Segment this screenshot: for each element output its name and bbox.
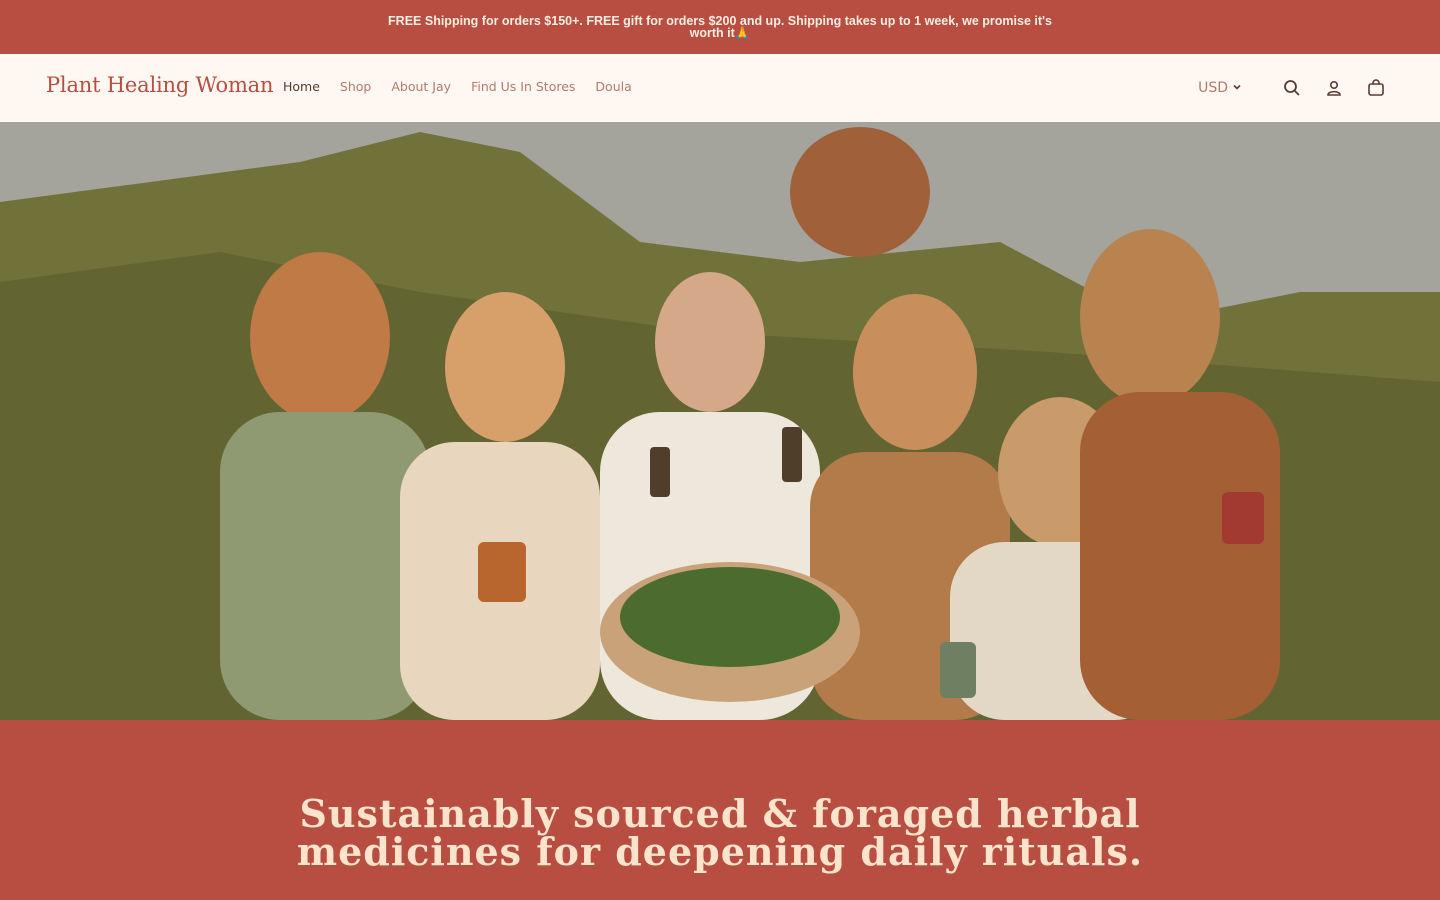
nav-home[interactable]: Home: [283, 79, 320, 94]
nav-find-us-in-stores[interactable]: Find Us In Stores: [471, 79, 575, 94]
main-nav: Home Shop About Jay Find Us In Stores Do…: [283, 79, 632, 94]
nav-shop[interactable]: Shop: [340, 79, 371, 94]
hero-tagline: Sustainably sourced & foraged herbal med…: [296, 791, 1144, 874]
hero-image: [0, 122, 1440, 720]
currency-label: USD: [1198, 80, 1228, 96]
hero-illustration: [0, 122, 1440, 720]
chevron-down-icon: [1232, 80, 1242, 96]
announcement-text: FREE Shipping for orders $150+. FREE gif…: [388, 14, 1052, 40]
currency-selector[interactable]: USD: [1198, 80, 1242, 96]
nav-doula[interactable]: Doula: [595, 79, 631, 94]
announcement-bar: FREE Shipping for orders $150+. FREE gif…: [0, 0, 1440, 54]
site-logo[interactable]: Plant Healing Woman: [46, 73, 274, 97]
tagline-section: Sustainably sourced & foraged herbal med…: [0, 720, 1440, 900]
search-icon[interactable]: [1278, 74, 1306, 102]
site-header: Plant Healing Woman Home Shop About Jay …: [0, 54, 1440, 122]
nav-about-jay[interactable]: About Jay: [391, 79, 451, 94]
account-icon[interactable]: [1320, 74, 1348, 102]
header-actions: USD: [1198, 74, 1390, 102]
cart-icon[interactable]: [1362, 74, 1390, 102]
